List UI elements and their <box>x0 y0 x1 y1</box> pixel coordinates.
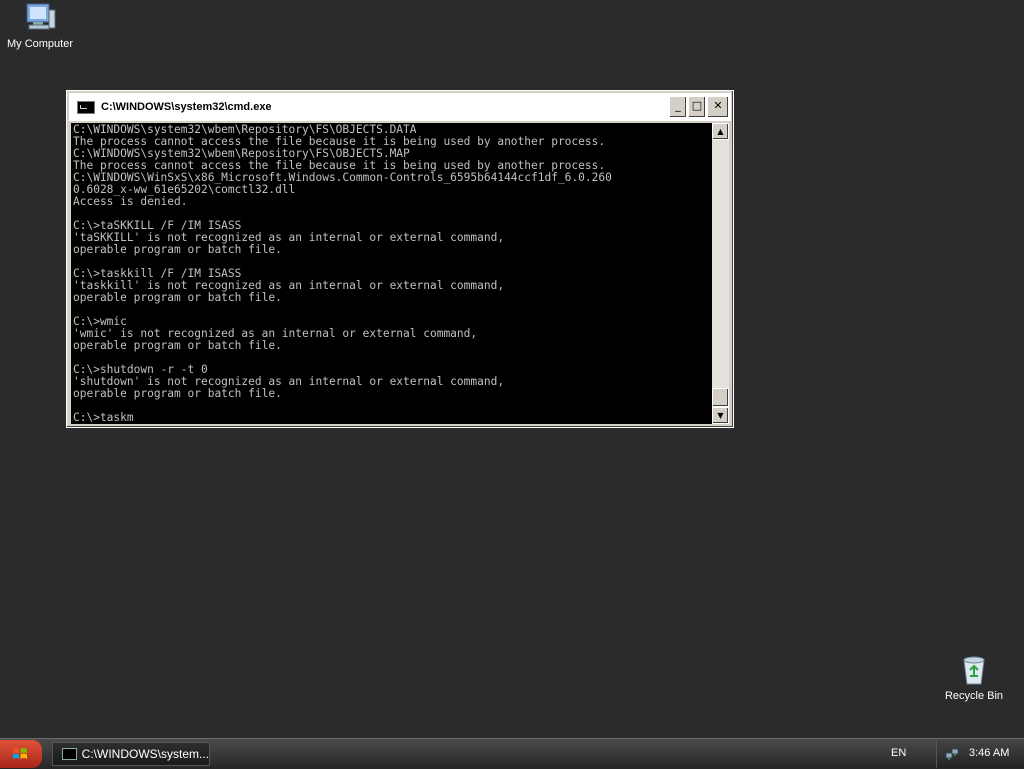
desktop-icon-label: Recycle Bin <box>944 690 1004 702</box>
system-tray: 3:46 AM <box>936 740 1024 768</box>
taskbar: C:\WINDOWS\system... EN 3:46 AM <box>0 738 1024 769</box>
maximize-button[interactable]: □ <box>688 96 706 118</box>
scrollbar-thumb[interactable] <box>712 388 729 407</box>
cmd-icon <box>77 100 95 114</box>
taskbar-item-label: C:\WINDOWS\system... <box>81 747 209 761</box>
window-titlebar[interactable]: C:\WINDOWS\system32\cmd.exe _ □ ✕ <box>69 93 731 121</box>
minimize-button[interactable]: _ <box>669 96 687 118</box>
windows-flag-icon <box>13 748 27 759</box>
desktop-icon-recycle-bin[interactable]: Recycle Bin <box>934 654 1014 702</box>
recycle-bin-icon <box>963 656 985 685</box>
scroll-up-icon[interactable]: ▲ <box>712 123 729 140</box>
start-button[interactable] <box>0 740 42 768</box>
language-indicator[interactable]: EN <box>891 747 906 759</box>
clock[interactable]: 3:46 AM <box>969 747 1009 759</box>
taskbar-item-cmd[interactable]: C:\WINDOWS\system... <box>52 742 210 766</box>
window-title: C:\WINDOWS\system32\cmd.exe <box>101 101 272 113</box>
cmd-icon <box>62 748 77 760</box>
my-computer-icon <box>26 3 56 30</box>
scroll-down-icon[interactable]: ▼ <box>712 407 729 424</box>
close-button[interactable]: ✕ <box>707 96 729 118</box>
network-icon[interactable] <box>945 747 959 761</box>
desktop-icon-my-computer[interactable]: My Computer <box>0 2 80 50</box>
console-text: C:\WINDOWS\system32\wbem\Repository\FS\O… <box>73 123 612 424</box>
console-output[interactable]: C:\WINDOWS\system32\wbem\Repository\FS\O… <box>71 123 712 424</box>
vertical-scrollbar[interactable]: ▲ ▼ <box>712 123 729 424</box>
cmd-window[interactable]: C:\WINDOWS\system32\cmd.exe _ □ ✕ C:\WIN… <box>66 90 734 428</box>
desktop-icon-label: My Computer <box>6 38 74 50</box>
